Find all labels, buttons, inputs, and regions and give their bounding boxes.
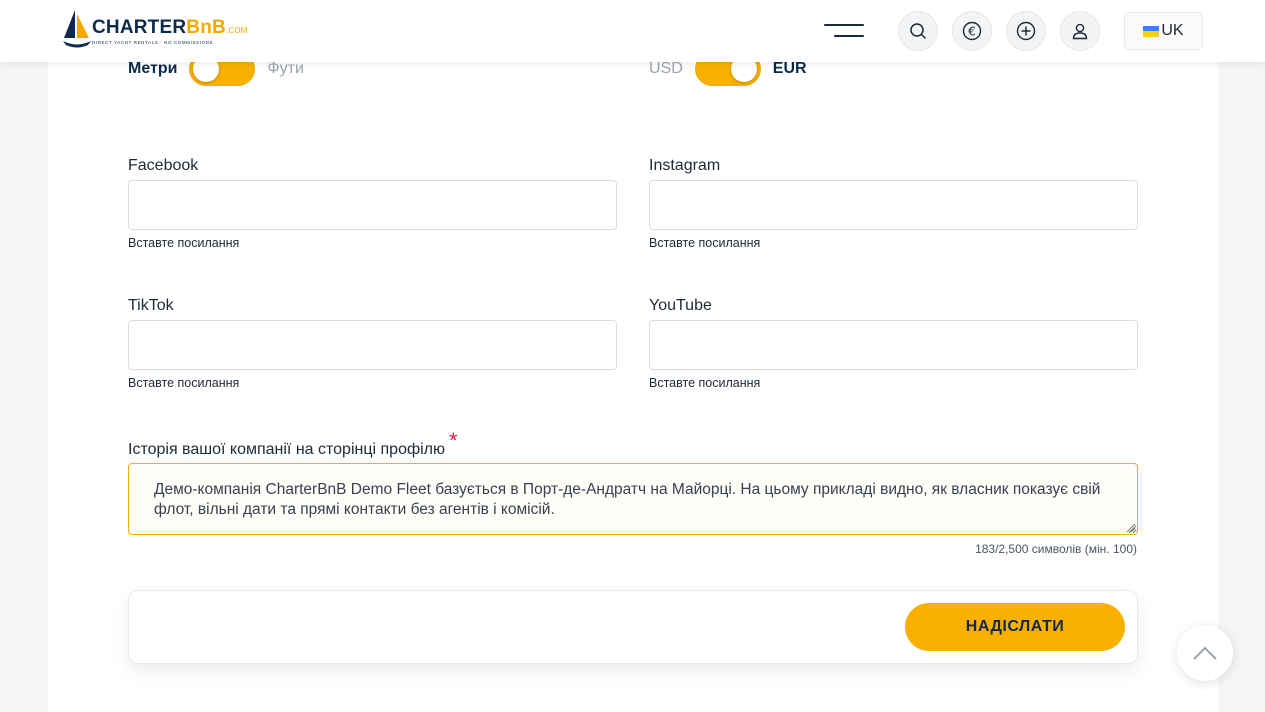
currency-button[interactable]: € [952, 11, 992, 51]
youtube-input[interactable] [649, 320, 1138, 370]
units-option-feet[interactable]: Фути [267, 60, 303, 78]
company-story-label-text: Історія вашої компанії на сторінці профі… [128, 441, 446, 458]
youtube-label: YouTube [649, 297, 712, 314]
tiktok-label: TikTok [128, 297, 174, 314]
company-story-textarea[interactable]: Демо-компанія CharterBnB Demo Fleet базу… [128, 463, 1138, 535]
instagram-hint: Вставте посилання [649, 236, 761, 250]
facebook-input[interactable] [128, 180, 617, 230]
euro-icon: € [962, 21, 982, 41]
top-header: CHARTERBnB.COM DIRECT YACHT RENTALS · NO… [0, 0, 1265, 62]
tiktok-hint: Вставте посилання [128, 376, 240, 390]
resize-handle-icon[interactable] [1124, 521, 1136, 533]
instagram-input[interactable] [649, 180, 1138, 230]
currency-option-usd[interactable]: USD [649, 60, 683, 78]
youtube-hint: Вставте посилання [649, 376, 761, 390]
add-listing-button[interactable] [1006, 11, 1046, 51]
svg-text:€: € [968, 25, 976, 39]
facebook-label: Facebook [128, 157, 199, 174]
language-selector[interactable]: UK [1124, 12, 1203, 50]
chevron-up-icon [1193, 646, 1217, 660]
tiktok-input[interactable] [128, 320, 617, 370]
submit-bar: НАДІСЛАТИ [128, 590, 1138, 664]
required-marker: * [449, 428, 458, 453]
logo-name-part2: BnB [186, 17, 226, 38]
search-icon [910, 23, 927, 40]
search-button[interactable] [898, 11, 938, 51]
language-label: UK [1161, 22, 1184, 39]
sailboat-logo-icon [63, 10, 91, 48]
character-counter: 183/2,500 символів (мін. 100) [975, 542, 1137, 556]
logo-name-part1: CHARTER [92, 17, 187, 38]
company-story-label: Історія вашої компанії на сторінці профі… [128, 428, 458, 460]
currency-option-eur[interactable]: EUR [773, 60, 807, 78]
instagram-label: Instagram [649, 157, 721, 174]
logo[interactable]: CHARTERBnB.COM DIRECT YACHT RENTALS · NO… [62, 8, 252, 52]
hamburger-icon[interactable] [822, 19, 866, 43]
logo-tagline: DIRECT YACHT RENTALS · NO COMMISSIONS [92, 40, 214, 45]
ukraine-flag-icon [1143, 25, 1160, 37]
scroll-to-top-button[interactable] [1177, 625, 1233, 681]
units-option-meters[interactable]: Метри [128, 60, 177, 78]
user-icon [1072, 23, 1088, 40]
plus-circle-icon [1016, 21, 1036, 41]
submit-button[interactable]: НАДІСЛАТИ [905, 603, 1125, 651]
logo-name-suffix: .COM [225, 26, 248, 35]
account-button[interactable] [1060, 11, 1100, 51]
facebook-hint: Вставте посилання [128, 236, 240, 250]
